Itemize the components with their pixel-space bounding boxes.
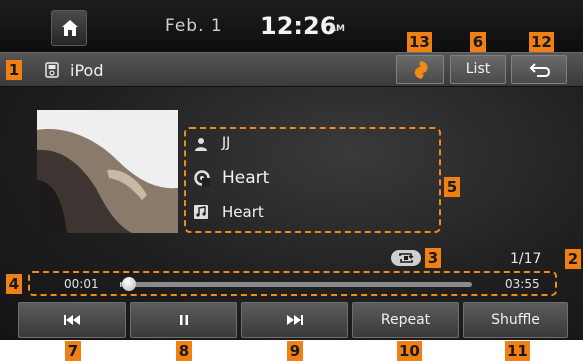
home-icon: [62, 20, 78, 36]
callout-6: 6: [470, 32, 486, 52]
gracenote-button[interactable]: [396, 55, 444, 84]
next-track-button[interactable]: [241, 302, 348, 338]
callout-4: 4: [6, 274, 22, 294]
repeat-button-label: Repeat: [380, 312, 431, 328]
next-track-icon: [286, 315, 303, 325]
repeat-button[interactable]: Repeat: [352, 302, 459, 338]
album-art: [37, 110, 178, 233]
pause-icon: [179, 315, 188, 325]
clock-time: 12:26: [260, 12, 337, 40]
back-icon: [529, 63, 551, 77]
person-icon: [195, 138, 207, 151]
pause-button[interactable]: [130, 302, 237, 338]
song-title: Heart: [222, 203, 264, 221]
album-name: Heart: [222, 168, 270, 188]
shuffle-button[interactable]: Shuffle: [463, 302, 568, 338]
music-note-icon: [194, 205, 208, 219]
callout-1: 1: [6, 60, 22, 80]
callout-8: 8: [176, 341, 192, 361]
total-time: 03:55: [505, 277, 540, 291]
ipod-icon: [45, 62, 59, 78]
back-button[interactable]: [511, 55, 567, 84]
callout-2: 2: [565, 249, 581, 269]
progress-fill: [120, 282, 122, 287]
elapsed-time: 00:01: [64, 277, 99, 291]
callout-11: 11: [505, 341, 530, 361]
progress-track[interactable]: [120, 282, 472, 287]
repeat-indicator: [391, 250, 421, 266]
list-button[interactable]: List: [450, 55, 506, 84]
callout-12: 12: [529, 32, 554, 52]
home-button[interactable]: [51, 10, 87, 46]
repeat-icon: [399, 253, 414, 263]
album-icon: [194, 170, 210, 186]
callout-9: 9: [287, 341, 303, 361]
clock-ampm: AM: [329, 24, 345, 34]
previous-track-icon: [64, 315, 80, 325]
track-counter: 1/17: [510, 251, 542, 267]
source-label: iPod: [70, 61, 104, 80]
callout-13: 13: [407, 32, 432, 52]
gracenote-icon: [414, 61, 428, 79]
callout-3: 3: [425, 248, 441, 268]
artist-name: JJ: [222, 135, 231, 151]
shuffle-button-label: Shuffle: [491, 312, 540, 328]
callout-7: 7: [65, 341, 81, 361]
previous-track-button[interactable]: [18, 302, 126, 338]
callout-10: 10: [397, 341, 422, 361]
callout-5: 5: [444, 177, 460, 197]
date-display: Feb. 1: [165, 16, 223, 36]
